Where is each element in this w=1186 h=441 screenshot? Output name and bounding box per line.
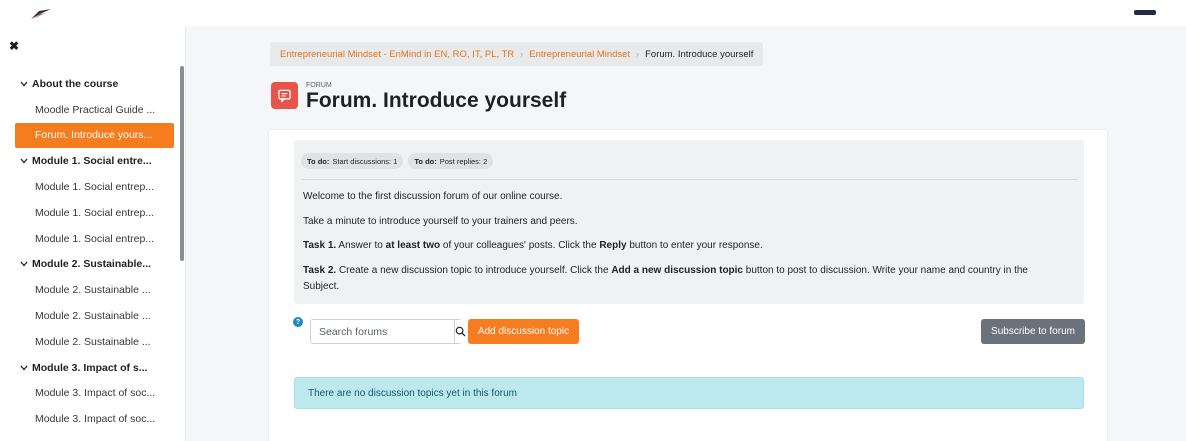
- course-index-drawer: ✖ About the course Moodle Practical Guide…: [0, 26, 186, 441]
- course-index-section[interactable]: Module 3. Impact of s...: [15, 355, 174, 381]
- course-index-activity[interactable]: Module 1. Social entrep...: [15, 174, 174, 200]
- top-navbar: [0, 0, 1186, 26]
- task-1-text: of your colleagues' posts. Click the: [440, 240, 600, 251]
- course-index-section[interactable]: About the course: [15, 71, 174, 97]
- task-1-reply: Reply: [599, 240, 627, 251]
- alert-text: There are no discussion topics yet in th…: [308, 387, 517, 399]
- close-icon[interactable]: ✖: [9, 39, 19, 53]
- subscribe-to-forum-button[interactable]: Subscribe to forum: [981, 319, 1085, 344]
- search-forums-group: [310, 319, 466, 344]
- course-index-activity[interactable]: Module 1. Social entrep...: [15, 200, 174, 226]
- intro-welcome: Welcome to the first discussion forum of…: [303, 191, 563, 202]
- breadcrumb-link-course[interactable]: Entrepreneurial Mindset - EnMind in EN, …: [280, 49, 514, 60]
- intro-task-1: Task 1. Answer to at least two of your c…: [303, 240, 763, 251]
- course-index-label: Forum. Introduce yours...: [35, 129, 153, 142]
- breadcrumb-current: Forum. Introduce yourself: [645, 48, 754, 60]
- forum-icon: [271, 82, 298, 109]
- breadcrumb-separator: ›: [636, 49, 640, 59]
- course-index-label: Module 3. Impact of soc...: [35, 387, 156, 400]
- course-index-activity[interactable]: Module 1. Social entrep...: [15, 226, 174, 252]
- chevron-down-icon[interactable]: [20, 79, 32, 89]
- course-index-activity[interactable]: Module 2. Sustainable ...: [15, 277, 174, 303]
- intro-divider: [301, 179, 1077, 180]
- breadcrumb-separator: ›: [520, 49, 524, 59]
- intro-task-2-continued: Subject.: [303, 281, 340, 292]
- page-title: Forum. Introduce yourself: [306, 89, 567, 112]
- chevron-down-icon[interactable]: [20, 156, 32, 166]
- chevron-down-icon[interactable]: [20, 259, 32, 269]
- todo-badge-discussions: To do: Start discussions: 1: [301, 153, 404, 169]
- task-2-text: button to post to discussion. Write your…: [743, 265, 1028, 276]
- search-button[interactable]: [454, 320, 466, 343]
- course-index-label: Module 1. Social entrep...: [35, 206, 155, 219]
- course-index-label: Module 2. Sustainable ...: [35, 284, 151, 297]
- todo-badge-replies: To do: Post replies: 2: [408, 153, 494, 169]
- activity-type-label: FORUM: [306, 82, 332, 89]
- search-forums-input[interactable]: [311, 320, 454, 343]
- course-index-label: Module 2. Sustainable...: [32, 258, 152, 271]
- breadcrumb: Entrepreneurial Mindset - EnMind in EN, …: [270, 42, 764, 66]
- user-menu[interactable]: [1134, 10, 1156, 15]
- search-icon: [455, 326, 466, 337]
- course-index-label: Module 3. Impact of s...: [32, 361, 148, 374]
- add-discussion-topic-button[interactable]: Add discussion topic: [468, 319, 579, 344]
- course-index-label: Module 1. Social entre...: [32, 155, 152, 168]
- logo-icon[interactable]: [30, 8, 52, 20]
- drawer-scrollbar[interactable]: [180, 66, 184, 261]
- course-index-label: Module 1. Social entrep...: [35, 181, 155, 194]
- course-index-label: About the course: [32, 77, 119, 90]
- course-index-section[interactable]: Module 2. Sustainable...: [15, 252, 174, 278]
- task-2-label: Task 2.: [303, 265, 337, 276]
- course-index-activity[interactable]: Module 3. Impact of soc...: [15, 381, 174, 407]
- course-index-activity[interactable]: Forum. Introduce yours...: [15, 122, 174, 149]
- task-1-label: Task 1.: [303, 240, 337, 251]
- no-topics-alert: There are no discussion topics yet in th…: [294, 377, 1084, 409]
- chevron-down-icon[interactable]: [20, 363, 32, 373]
- task-1-emphasis: at least two: [385, 240, 441, 251]
- todo-badge-text: Start discussions: 1: [332, 156, 398, 166]
- intro-task-2: Task 2. Create a new discussion topic to…: [303, 265, 1028, 276]
- course-index-label: Module 1. Social entrep...: [35, 232, 155, 245]
- task-2-text: Create a new discussion topic to introdu…: [336, 265, 612, 276]
- task-1-text: button to enter your response.: [626, 240, 763, 251]
- course-index-activity[interactable]: Moodle Practical Guide ...: [15, 97, 174, 123]
- todo-badge-prefix: To do:: [307, 156, 330, 166]
- course-index-activity[interactable]: Module 3. Impact of soc...: [15, 406, 174, 432]
- help-icon[interactable]: ?: [293, 317, 303, 327]
- course-index-label: Moodle Practical Guide ...: [35, 103, 156, 116]
- course-index-activity[interactable]: Module 2. Sustainable ...: [15, 303, 174, 329]
- course-index-section[interactable]: Module 1. Social entre...: [15, 148, 174, 174]
- todo-badge-text: Post replies: 2: [439, 156, 488, 166]
- course-index-label: Module 2. Sustainable ...: [35, 310, 151, 323]
- course-index-label: Module 2. Sustainable ...: [35, 335, 151, 348]
- course-index-label: Module 3. Impact of soc...: [35, 413, 156, 426]
- task-1-text: Answer to: [336, 240, 386, 251]
- course-index: About the course Moodle Practical Guide .…: [15, 71, 174, 432]
- intro-instruction: Take a minute to introduce yourself to y…: [303, 216, 578, 227]
- task-2-emphasis: Add a new discussion topic: [611, 265, 743, 276]
- course-index-activity[interactable]: Module 2. Sustainable ...: [15, 329, 174, 355]
- completion-badges: To do: Start discussions: 1 To do: Post re…: [301, 153, 494, 169]
- breadcrumb-link-section[interactable]: Entrepreneurial Mindset: [529, 49, 630, 60]
- todo-badge-prefix: To do:: [414, 156, 437, 166]
